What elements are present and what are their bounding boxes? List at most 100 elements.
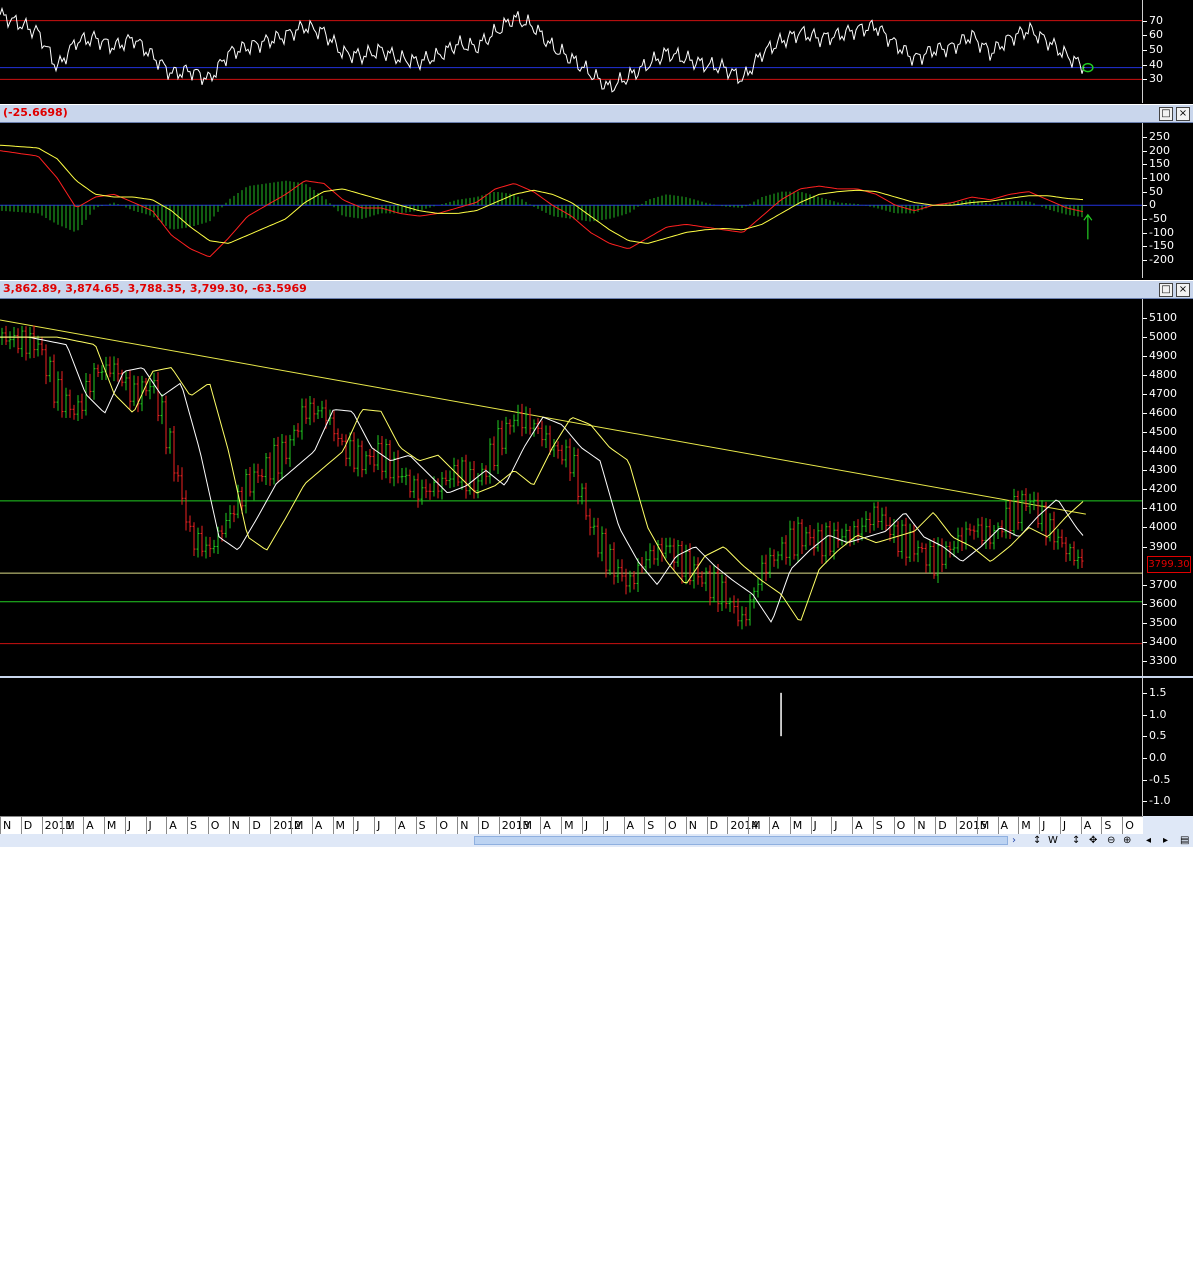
time-axis-label: A <box>394 817 405 834</box>
rsi-value-axis: 70 60 50 40 30 <box>1142 0 1193 103</box>
axis-tick-label: 4500 <box>1149 425 1177 439</box>
rsi-pane: 70 60 50 40 30 <box>0 0 1193 103</box>
zoom-out-icon[interactable]: ⊖ <box>1107 834 1115 847</box>
time-axis-label: J <box>124 817 131 834</box>
time-axis-label: A <box>311 817 322 834</box>
axis-tick-mark <box>1143 375 1147 377</box>
macd-readout: (-25.6698) <box>3 106 68 119</box>
axis-tick-label: 3700 <box>1149 577 1177 591</box>
axis-tick-label: 4800 <box>1149 368 1177 382</box>
time-axis-label: S <box>1101 817 1111 834</box>
axis-tick-mark <box>1143 622 1147 624</box>
chart-window: 70 60 50 40 30 (-25.6698) □ × 250 200 150 100 50… <box>0 0 1193 847</box>
scroll-back-icon[interactable]: ◂ <box>1146 834 1151 847</box>
axis-tick-label: 4200 <box>1149 482 1177 496</box>
axis-tick-label: -1.0 <box>1149 794 1171 808</box>
time-axis-label: O <box>893 817 905 834</box>
time-axis-label: A <box>997 817 1008 834</box>
axis-tick-mark <box>1143 527 1147 529</box>
price-restore-button[interactable]: □ <box>1159 283 1173 297</box>
time-axis-label: M <box>789 817 802 834</box>
price-close-button[interactable]: × <box>1176 283 1190 297</box>
scroll-forward-icon[interactable]: ▸ <box>1163 834 1168 847</box>
price-pane: 5100 5000 4900 4800 4700 4600 4500 4400 4300 4200… <box>0 299 1193 676</box>
time-axis-label: J <box>353 817 360 834</box>
price-readout: 3,862.89, 3,874.65, 3,788.35, 3,799.30, … <box>3 282 307 295</box>
time-axis-label: D <box>478 817 489 834</box>
time-axis-label: N <box>685 817 697 834</box>
axis-tick-mark <box>1143 736 1147 738</box>
control-pan-icon[interactable]: ✥ <box>1089 834 1097 847</box>
axis-tick-mark <box>1143 318 1147 320</box>
control-zoom-vertical-icon[interactable]: ↕ <box>1033 834 1041 847</box>
time-axis-label: O <box>1122 817 1134 834</box>
axis-tick-label: -200 <box>1149 252 1174 266</box>
axis-tick-mark <box>1143 432 1147 434</box>
axis-tick-mark <box>1143 35 1147 37</box>
macd-restore-button[interactable]: □ <box>1159 107 1173 121</box>
macd-close-button[interactable]: × <box>1176 107 1190 121</box>
time-axis-label: M <box>290 817 303 834</box>
time-axis-label: D <box>20 817 32 834</box>
axis-tick-label: 100 <box>1149 170 1170 184</box>
axis-tick-label: 0.5 <box>1149 729 1167 743</box>
time-axis-label: M <box>62 817 75 834</box>
buy-arrow-icon <box>1083 213 1093 240</box>
axis-tick-mark <box>1143 64 1147 66</box>
time-axis-label: A <box>1080 817 1091 834</box>
time-axis-label: J <box>581 817 588 834</box>
axis-tick-mark <box>1143 137 1147 138</box>
axis-tick-label: 0 <box>1149 198 1156 212</box>
axis-tick-label: 60 <box>1149 28 1163 42</box>
time-axis-label: N <box>228 817 240 834</box>
horizontal-scrollbar[interactable] <box>474 836 1008 845</box>
price-value-axis: 5100 5000 4900 4800 4700 4600 4500 4400 4300 4200… <box>1142 299 1193 676</box>
axis-tick-label: 50 <box>1149 43 1163 57</box>
axis-tick-label: 150 <box>1149 157 1170 171</box>
pane-layout-icon[interactable]: ▤ <box>1180 834 1189 847</box>
axis-tick-mark <box>1143 641 1147 643</box>
axis-tick-mark <box>1143 546 1147 548</box>
volume-plot <box>780 692 782 737</box>
axis-tick-label: -150 <box>1149 239 1174 253</box>
time-axis-label: J <box>810 817 817 834</box>
axis-tick-label: 4600 <box>1149 406 1177 420</box>
axis-tick-label: 5000 <box>1149 330 1177 344</box>
axis-tick-label: 3300 <box>1149 653 1177 667</box>
time-axis-label: A <box>540 817 551 834</box>
axis-tick-mark <box>1143 779 1147 781</box>
axis-corner <box>1143 816 1193 834</box>
time-axis-label: J <box>1059 817 1066 834</box>
time-axis-label: S <box>872 817 883 834</box>
time-axis-label: D <box>935 817 947 834</box>
control-weekly-button[interactable]: W <box>1048 834 1058 847</box>
axis-tick-label: 0.0 <box>1149 750 1167 764</box>
axis-tick-mark <box>1143 714 1147 716</box>
axis-tick-mark <box>1143 801 1147 803</box>
axis-tick-mark <box>1143 177 1147 179</box>
axis-tick-label: -50 <box>1149 211 1167 225</box>
axis-tick-label: 5100 <box>1149 311 1177 325</box>
axis-tick-mark <box>1143 246 1147 248</box>
axis-tick-label: 3400 <box>1149 634 1177 648</box>
control-fit-icon[interactable]: ↕ <box>1072 834 1080 847</box>
axis-tick-mark <box>1143 50 1147 52</box>
macd-pane: 250 200 150 100 50 0 -50 -100 -150 -200 <box>0 123 1193 278</box>
axis-tick-mark <box>1143 757 1147 759</box>
zoom-in-icon[interactable]: ⊕ <box>1123 834 1131 847</box>
scroll-right-icon[interactable]: › <box>1012 834 1016 847</box>
axis-tick-label: 70 <box>1149 13 1163 27</box>
axis-tick-mark <box>1143 692 1147 694</box>
axis-tick-label: 40 <box>1149 57 1163 71</box>
axis-tick-mark <box>1143 191 1147 193</box>
time-axis-label: J <box>145 817 152 834</box>
time-axis-label: A <box>768 817 779 834</box>
time-axis-label: O <box>665 817 677 834</box>
axis-tick-label: 200 <box>1149 143 1170 157</box>
axis-tick-mark <box>1143 218 1147 220</box>
axis-tick-mark <box>1143 660 1147 662</box>
time-axis-label: A <box>623 817 634 834</box>
time-axis-label: O <box>207 817 219 834</box>
axis-tick-mark <box>1143 584 1147 586</box>
time-axis-label: A <box>83 817 94 834</box>
